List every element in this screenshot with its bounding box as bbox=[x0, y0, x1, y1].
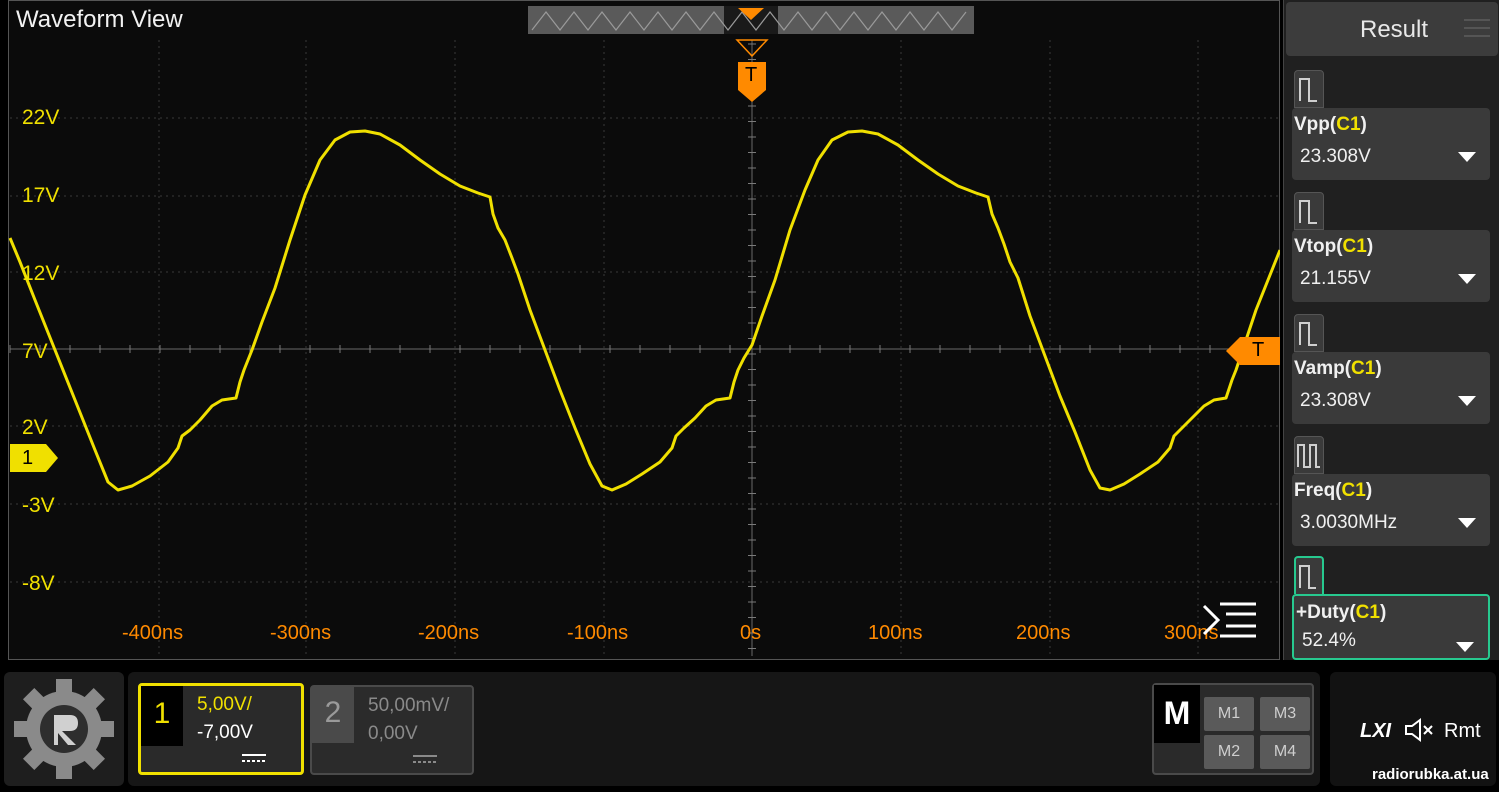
math-label[interactable]: M bbox=[1154, 685, 1200, 743]
time-label-minus100: -100ns bbox=[567, 622, 629, 644]
result-title: Result bbox=[1360, 16, 1429, 43]
result-header: Result bbox=[1286, 2, 1498, 56]
watermark-text: radiorubka.at.ua bbox=[1372, 766, 1489, 783]
pulse-train-icon bbox=[1297, 444, 1320, 468]
measurement-value: 23.308V bbox=[1300, 146, 1371, 167]
remote-status: Rmt bbox=[1444, 720, 1481, 742]
overview-waveform-icon bbox=[531, 6, 967, 34]
waveform-view-title: Waveform View bbox=[16, 6, 183, 33]
vtop-tab bbox=[1294, 192, 1324, 230]
math-m1-button[interactable]: M1 bbox=[1204, 697, 1254, 731]
time-label-200: 200ns bbox=[1016, 622, 1071, 644]
channel-2-button[interactable]: 2 50,00mV/ 0,00V bbox=[310, 685, 474, 775]
math-group: M M1 M3 M2 M4 bbox=[1152, 683, 1314, 775]
chevron-down-icon[interactable] bbox=[1458, 396, 1476, 408]
measure-menu-toggle-icon[interactable] bbox=[1200, 598, 1258, 642]
measurement-card-vtop[interactable]: Vtop(C1) 21.155V bbox=[1292, 230, 1490, 302]
measurement-value: 21.155V bbox=[1300, 268, 1371, 289]
math-m4-button[interactable]: M4 bbox=[1260, 735, 1310, 769]
trigger-level-label: T bbox=[1252, 339, 1265, 361]
measurement-card-vamp[interactable]: Vamp(C1) 23.308V bbox=[1292, 352, 1490, 424]
measurement-name: Vtop(C1) bbox=[1294, 236, 1374, 257]
vpp-tab bbox=[1294, 70, 1324, 108]
gear-logo-icon bbox=[14, 679, 114, 779]
collapse-menu-icon bbox=[1202, 602, 1256, 638]
vamp-tab bbox=[1294, 314, 1324, 352]
trigger-level-marker[interactable]: T bbox=[1226, 337, 1280, 365]
app-logo-button[interactable] bbox=[4, 672, 124, 786]
chevron-down-icon[interactable] bbox=[1458, 518, 1476, 530]
channel-2-number: 2 bbox=[312, 687, 354, 743]
measurement-name: +Duty(C1) bbox=[1296, 602, 1387, 623]
math-m3-button[interactable]: M3 bbox=[1260, 697, 1310, 731]
trigger-position-label: T bbox=[745, 64, 758, 86]
math-m2-button[interactable]: M2 bbox=[1204, 735, 1254, 769]
pulse-icon bbox=[1299, 565, 1316, 589]
measurement-value: 3.0030MHz bbox=[1300, 512, 1398, 533]
volt-label-7: 7V bbox=[22, 340, 48, 363]
time-label-100: 100ns bbox=[868, 622, 923, 644]
ch1-offset-marker[interactable]: 1 bbox=[10, 444, 58, 472]
channel-2-scale: 50,00mV/ bbox=[368, 695, 450, 716]
trigger-position-marker[interactable]: T bbox=[735, 38, 769, 104]
channel-1-number: 1 bbox=[141, 686, 183, 746]
volt-label-minus3: -3V bbox=[22, 494, 55, 517]
volt-label-12: 12V bbox=[22, 262, 60, 285]
volt-label-minus8: -8V bbox=[22, 572, 55, 595]
pulse-icon bbox=[1299, 78, 1317, 102]
ch1-marker-label: 1 bbox=[22, 447, 34, 469]
channel-1-offset: -7,00V bbox=[197, 722, 253, 743]
chevron-down-icon[interactable] bbox=[1458, 274, 1476, 286]
measurement-value: 52.4% bbox=[1302, 630, 1356, 651]
duty-tab bbox=[1294, 556, 1324, 594]
measurement-name: Freq(C1) bbox=[1294, 480, 1373, 501]
oscilloscope-screen: Waveform View 22V 17V 12V 7V 2V -3V -8V … bbox=[0, 0, 1499, 792]
speaker-muted-icon[interactable] bbox=[1404, 716, 1436, 744]
timebase-overview-bar[interactable] bbox=[528, 6, 974, 34]
volt-label-2: 2V bbox=[22, 416, 48, 439]
ch1-waveform-trace bbox=[8, 129, 1280, 492]
pulse-icon bbox=[1299, 322, 1317, 346]
time-label-minus300: -300ns bbox=[270, 622, 332, 644]
measurement-card-vpp[interactable]: Vpp(C1) 23.308V bbox=[1292, 108, 1490, 180]
time-label-0: 0s bbox=[740, 622, 762, 644]
channel-1-button[interactable]: 1 5,00V/ -7,00V bbox=[138, 683, 304, 775]
result-menu-icon[interactable] bbox=[1462, 16, 1492, 40]
time-label-minus400: -400ns bbox=[122, 622, 184, 644]
dc-coupling-icon bbox=[242, 754, 266, 762]
measurement-card-freq[interactable]: Freq(C1) 3.0030MHz bbox=[1292, 474, 1490, 546]
result-panel: Result Vpp(C1) 23.308V Vtop(C1) 21.155V bbox=[1283, 0, 1499, 660]
freq-tab bbox=[1294, 436, 1324, 474]
ch1-marker-icon bbox=[10, 444, 58, 472]
channel-1-scale: 5,00V/ bbox=[197, 694, 252, 715]
volt-label-17: 17V bbox=[22, 184, 60, 207]
measurement-name: Vpp(C1) bbox=[1294, 114, 1367, 135]
measurement-name: Vamp(C1) bbox=[1294, 358, 1382, 379]
measurement-card-duty[interactable]: +Duty(C1) 52.4% bbox=[1292, 594, 1490, 660]
graticule bbox=[8, 40, 1280, 656]
chevron-down-icon[interactable] bbox=[1456, 642, 1474, 654]
time-label-minus200: -200ns bbox=[418, 622, 480, 644]
measurement-value: 23.308V bbox=[1300, 390, 1371, 411]
dc-coupling-icon bbox=[413, 755, 437, 763]
chevron-down-icon[interactable] bbox=[1458, 152, 1476, 164]
volt-label-22: 22V bbox=[22, 106, 60, 129]
channel-2-offset: 0,00V bbox=[368, 723, 418, 744]
channel-strip bbox=[128, 672, 1320, 786]
pulse-icon bbox=[1299, 200, 1317, 224]
lxi-status[interactable]: LXI bbox=[1360, 720, 1391, 743]
